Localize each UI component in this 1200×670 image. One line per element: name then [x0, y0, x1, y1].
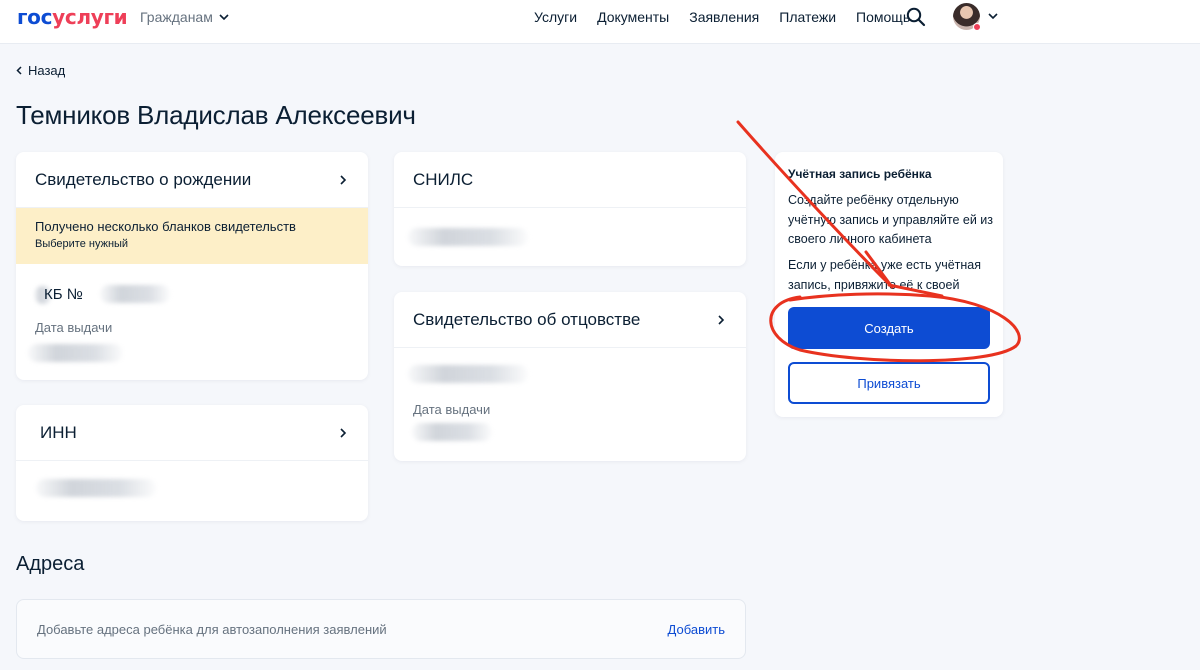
audience-dropdown[interactable]: Гражданам [140, 9, 229, 25]
child-account-card: Учётная запись ребёнка Создайте ребёнку … [775, 152, 1003, 417]
paternity-title: Свидетельство об отцовстве [413, 309, 641, 329]
addresses-block: Добавьте адреса ребёнка для автозаполнен… [16, 599, 746, 659]
chevron-right-icon [718, 314, 725, 325]
chevron-left-icon [16, 66, 22, 75]
chevron-right-icon [340, 174, 347, 185]
page-title: Темников Владислав Алексеевич [16, 100, 416, 130]
notification-dot [973, 23, 981, 31]
child-account-description: Создайте ребёнку отдельную учётную запис… [788, 193, 994, 246]
notice-hint: Выберите нужный [35, 238, 129, 250]
birth-certificate-header[interactable]: Свидетельство о рождении [16, 152, 368, 208]
paternity-header[interactable]: Свидетельство об отцовстве [394, 292, 746, 348]
birth-certificate-card: Свидетельство о рождении Получено нескол… [16, 152, 368, 380]
back-label: Назад [28, 63, 66, 78]
snils-header: СНИЛС [394, 152, 746, 208]
inn-card: ИНН [16, 405, 368, 521]
notice-title: Получено несколько бланков свидетельств [35, 219, 296, 234]
issue-date-label: Дата выдачи [35, 320, 113, 335]
nav-documents[interactable]: Документы [597, 9, 669, 25]
chevron-down-icon [219, 13, 229, 20]
snils-title: СНИЛС [413, 169, 474, 189]
logo-part-1: гос [17, 5, 53, 29]
child-account-link-hint: Если у ребёнка уже есть учётная запись, … [788, 258, 982, 292]
profile-chevron-down-icon[interactable] [987, 9, 999, 23]
main-nav: Услуги Документы Заявления Платежи Помощ… [534, 9, 910, 25]
redacted-snils [408, 228, 528, 246]
add-address-link[interactable]: Добавить [668, 622, 725, 637]
link-account-button[interactable]: Привязать [788, 362, 990, 404]
chevron-right-icon [340, 427, 347, 438]
addresses-hint: Добавьте адреса ребёнка для автозаполнен… [37, 621, 387, 637]
redacted-paternity-number [408, 365, 528, 383]
redacted-issue-date [28, 344, 123, 362]
birth-certificate-title: Свидетельство о рождении [35, 169, 252, 189]
snils-card: СНИЛС [394, 152, 746, 266]
addresses-title: Адреса [16, 553, 85, 575]
redacted-paternity-date [412, 423, 492, 441]
top-header: госуслуги Гражданам Услуги Документы Зая… [0, 0, 1200, 44]
paternity-issue-date-label: Дата выдачи [413, 402, 491, 417]
search-icon[interactable] [906, 7, 926, 27]
nav-payments[interactable]: Платежи [779, 9, 836, 25]
create-account-button[interactable]: Создать [788, 307, 990, 349]
paternity-certificate-card: Свидетельство об отцовстве Дата выдачи [394, 292, 746, 461]
nav-applications[interactable]: Заявления [689, 9, 759, 25]
nav-help[interactable]: Помощь [856, 9, 910, 25]
inn-header[interactable]: ИНН [16, 405, 368, 461]
audience-label: Гражданам [140, 9, 213, 25]
multiple-certificates-notice[interactable]: Получено несколько бланков свидетельств … [16, 208, 368, 264]
logo-part-2: услуги [52, 5, 128, 29]
back-link[interactable]: Назад [16, 63, 65, 78]
avatar[interactable] [953, 3, 981, 31]
certificate-number-label: КБ № [44, 286, 83, 303]
redacted-inn [36, 479, 156, 497]
child-account-title: Учётная запись ребёнка [788, 167, 932, 181]
inn-title: ИНН [40, 422, 77, 442]
nav-services[interactable]: Услуги [534, 9, 577, 25]
gosuslugi-logo[interactable]: госуслуги [17, 5, 128, 29]
redacted-certificate-number [100, 285, 170, 303]
